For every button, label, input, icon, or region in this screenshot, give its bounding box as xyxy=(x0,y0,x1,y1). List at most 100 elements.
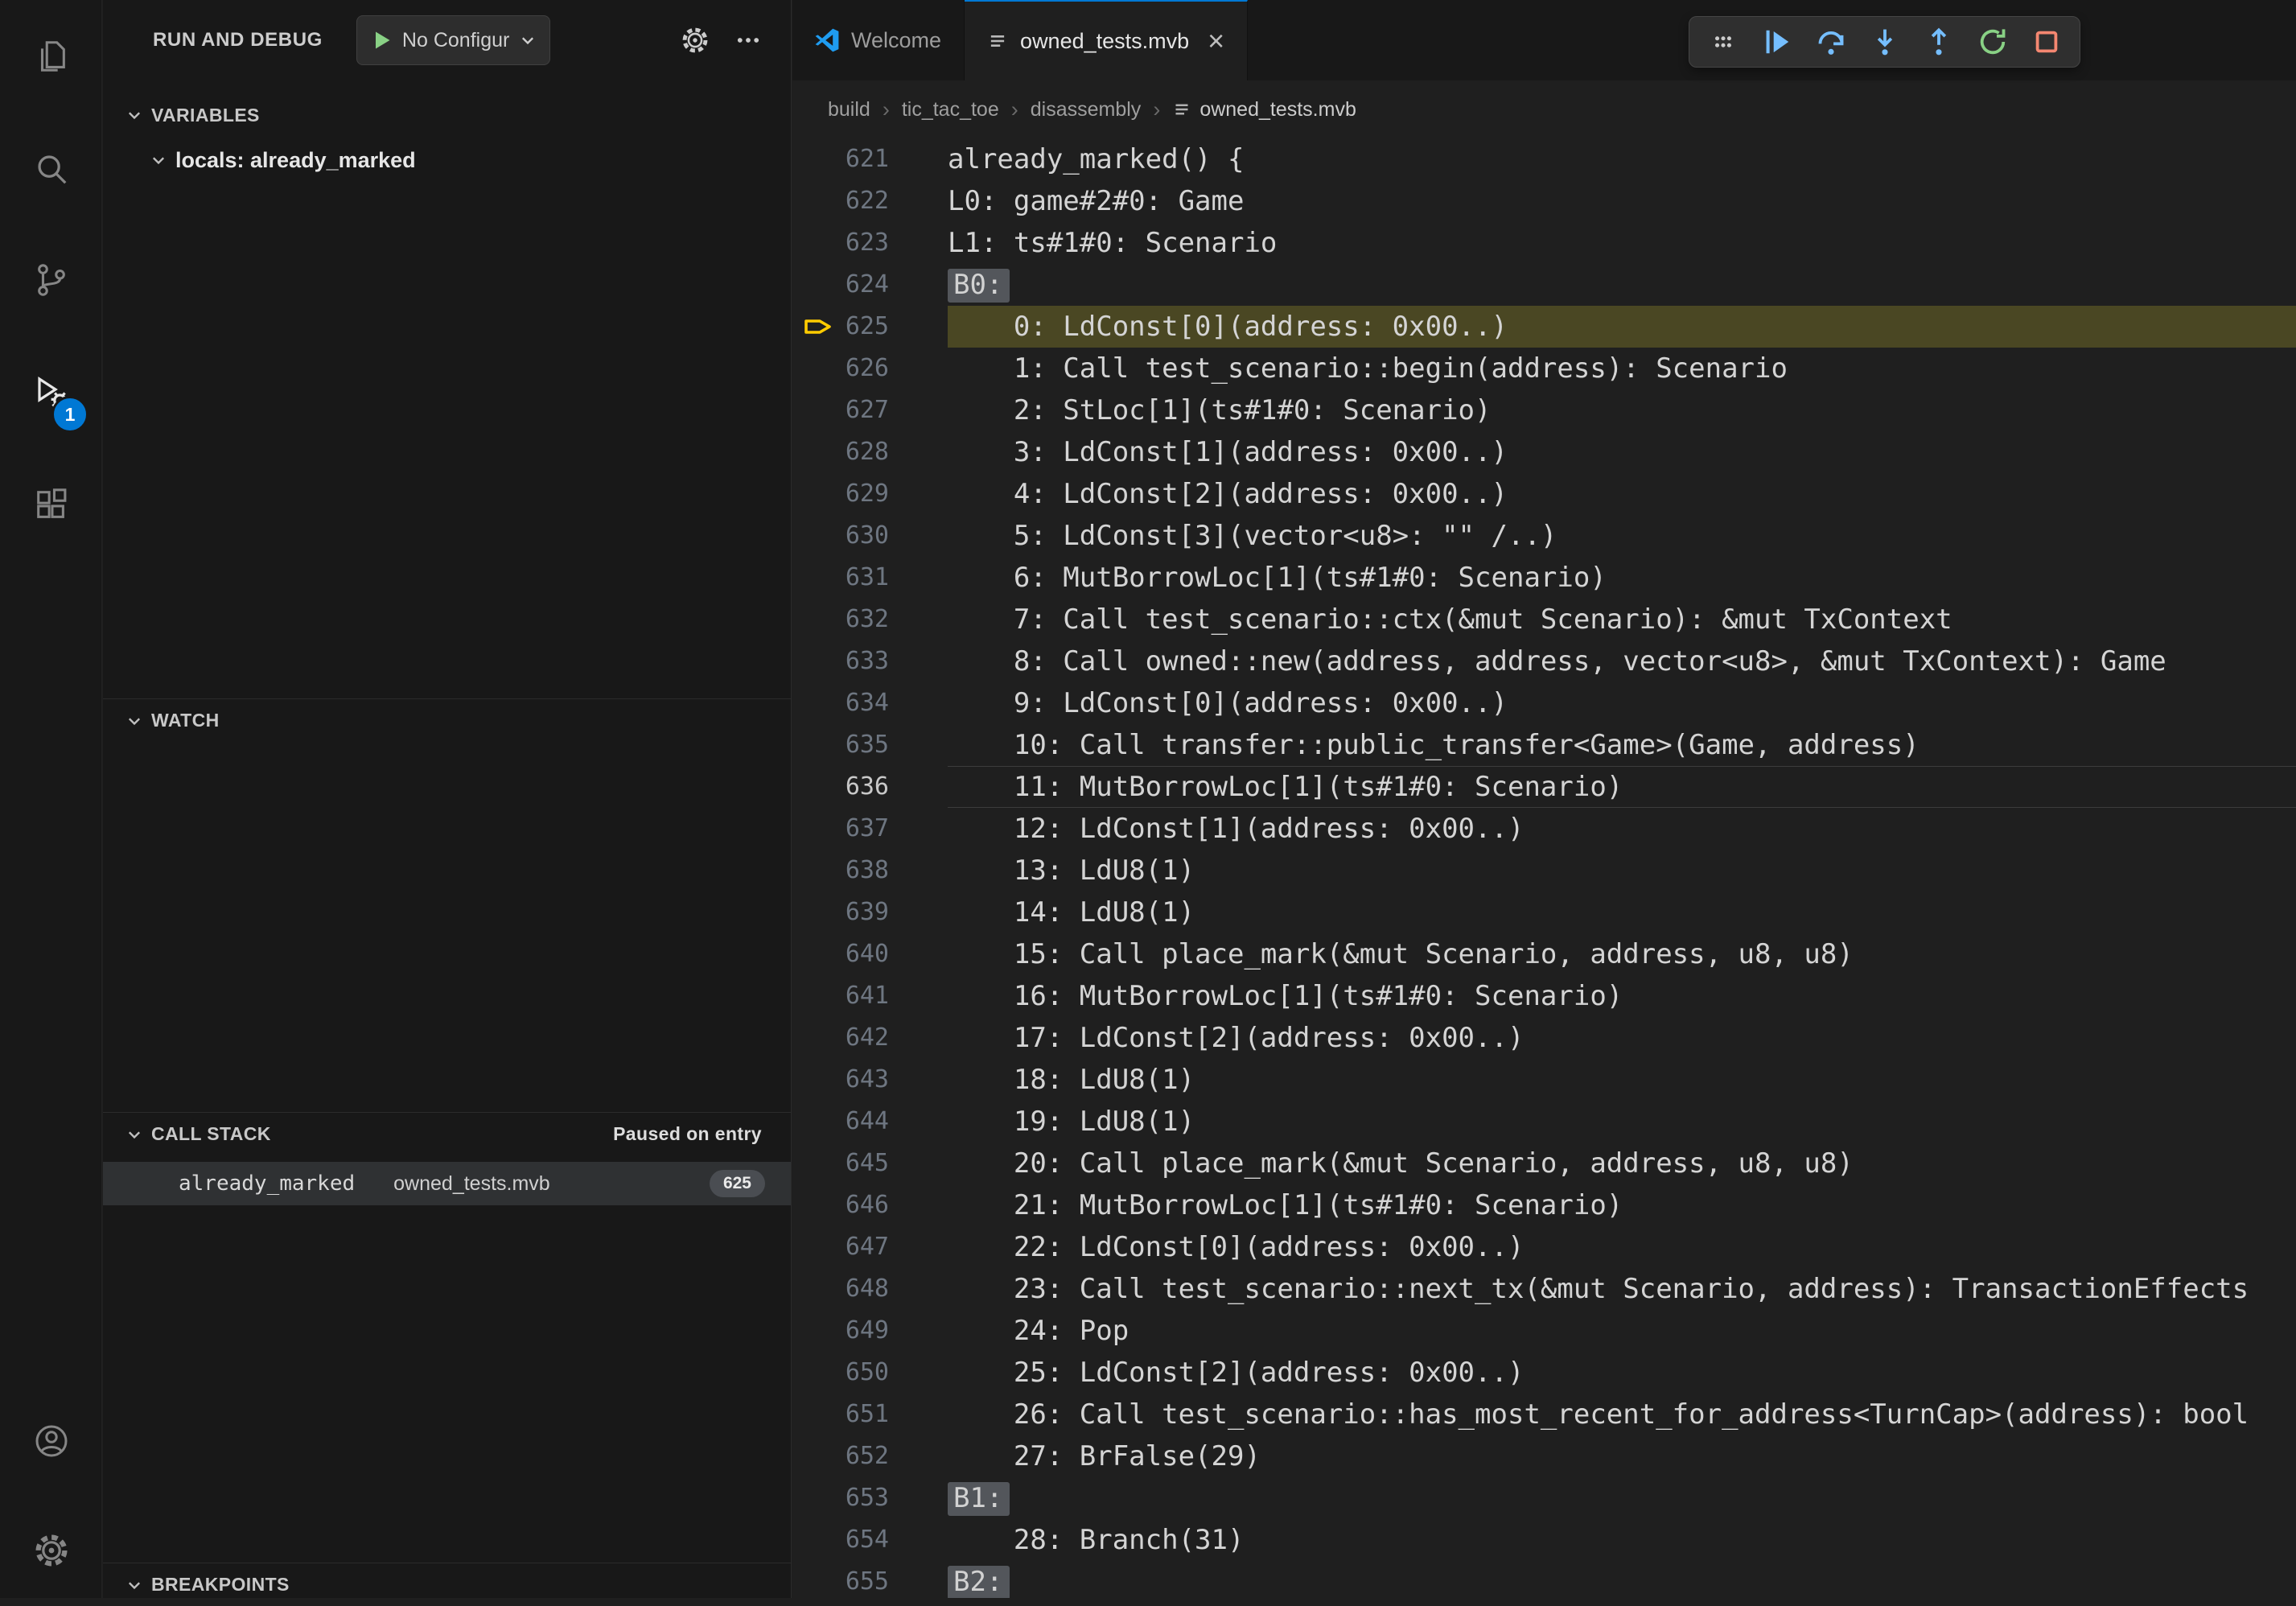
call-stack-frame[interactable]: already_marked owned_tests.mvb 625 xyxy=(103,1162,791,1205)
code-line[interactable]: 632 7: Call test_scenario::ctx(&mut Scen… xyxy=(792,599,2296,640)
code-line[interactable]: 628 3: LdConst[1](address: 0x00..) xyxy=(792,431,2296,473)
line-number[interactable]: 648 xyxy=(792,1268,889,1310)
code-line[interactable]: 647 22: LdConst[0](address: 0x00..) xyxy=(792,1226,2296,1268)
stop-button[interactable] xyxy=(2019,19,2073,64)
line-number[interactable]: 625 xyxy=(792,306,889,348)
debug-settings-gear-icon[interactable] xyxy=(680,25,710,56)
code-line[interactable]: 634 9: LdConst[0](address: 0x00..) xyxy=(792,682,2296,724)
line-number[interactable]: 655 xyxy=(792,1561,889,1598)
line-number[interactable]: 629 xyxy=(792,473,889,515)
line-number[interactable]: 646 xyxy=(792,1184,889,1226)
code-line[interactable]: 645 20: Call place_mark(&mut Scenario, a… xyxy=(792,1143,2296,1184)
extensions-icon[interactable] xyxy=(0,484,102,526)
code-line[interactable]: 640 15: Call place_mark(&mut Scenario, a… xyxy=(792,933,2296,975)
line-number[interactable]: 631 xyxy=(792,557,889,599)
code-line[interactable]: 637 12: LdConst[1](address: 0x00..) xyxy=(792,808,2296,850)
line-number[interactable]: 651 xyxy=(792,1394,889,1435)
code-line[interactable]: 642 17: LdConst[2](address: 0x00..) xyxy=(792,1017,2296,1059)
section-breakpoints[interactable]: BREAKPOINTS xyxy=(103,1563,791,1606)
line-number[interactable]: 649 xyxy=(792,1310,889,1352)
tab-owned-tests[interactable]: owned_tests.mvb × xyxy=(965,0,1248,80)
code-line[interactable]: 646 21: MutBorrowLoc[1](ts#1#0: Scenario… xyxy=(792,1184,2296,1226)
line-number[interactable]: 634 xyxy=(792,682,889,724)
code-line[interactable]: 635 10: Call transfer::public_transfer<G… xyxy=(792,724,2296,766)
code-line[interactable]: 639 14: LdU8(1) xyxy=(792,892,2296,933)
continue-button[interactable] xyxy=(1750,19,1804,64)
restart-button[interactable] xyxy=(1965,19,2019,64)
code-line[interactable]: 624B0: xyxy=(792,264,2296,306)
line-number[interactable]: 650 xyxy=(792,1352,889,1394)
code-line[interactable]: 627 2: StLoc[1](ts#1#0: Scenario) xyxy=(792,389,2296,431)
code-line[interactable]: 653B1: xyxy=(792,1477,2296,1519)
launch-config-dropdown[interactable]: No Configur xyxy=(356,15,550,65)
code-line[interactable]: 622L0: game#2#0: Game xyxy=(792,180,2296,222)
code-line[interactable]: 648 23: Call test_scenario::next_tx(&mut… xyxy=(792,1268,2296,1310)
code-line[interactable]: 638 13: LdU8(1) xyxy=(792,850,2296,892)
code-line[interactable]: 655B2: xyxy=(792,1561,2296,1598)
step-out-button[interactable] xyxy=(1911,19,1965,64)
code-line[interactable]: 629 4: LdConst[2](address: 0x00..) xyxy=(792,473,2296,515)
code-line[interactable]: 652 27: BrFalse(29) xyxy=(792,1435,2296,1477)
line-number[interactable]: 654 xyxy=(792,1519,889,1561)
line-number[interactable]: 636 xyxy=(792,766,889,808)
code-line[interactable]: 631 6: MutBorrowLoc[1](ts#1#0: Scenario) xyxy=(792,557,2296,599)
start-debug-icon[interactable] xyxy=(370,29,393,51)
line-number[interactable]: 641 xyxy=(792,975,889,1017)
line-number[interactable]: 624 xyxy=(792,264,889,306)
code-line[interactable]: 623L1: ts#1#0: Scenario xyxy=(792,222,2296,264)
code-line[interactable]: 626 1: Call test_scenario::begin(address… xyxy=(792,348,2296,389)
variables-scope-locals[interactable]: locals: already_marked xyxy=(103,138,791,182)
code-line[interactable]: 649 24: Pop xyxy=(792,1310,2296,1352)
line-number[interactable]: 628 xyxy=(792,431,889,473)
breadcrumb-item-file[interactable]: owned_tests.mvb xyxy=(1172,98,1356,121)
account-icon[interactable] xyxy=(0,1420,102,1462)
line-number[interactable]: 653 xyxy=(792,1477,889,1519)
code-line[interactable]: 625 0: LdConst[0](address: 0x00..) xyxy=(792,306,2296,348)
code-line[interactable]: 630 5: LdConst[3](vector<u8>: "" /..) xyxy=(792,515,2296,557)
line-number[interactable]: 630 xyxy=(792,515,889,557)
breadcrumb-item[interactable]: build xyxy=(828,98,870,121)
search-icon[interactable] xyxy=(0,148,102,190)
line-number[interactable]: 632 xyxy=(792,599,889,640)
line-number[interactable]: 627 xyxy=(792,389,889,431)
line-number[interactable]: 635 xyxy=(792,724,889,766)
code-line[interactable]: 644 19: LdU8(1) xyxy=(792,1101,2296,1143)
explorer-icon[interactable] xyxy=(0,35,102,77)
code-line[interactable]: 651 26: Call test_scenario::has_most_rec… xyxy=(792,1394,2296,1435)
code-line[interactable]: 643 18: LdU8(1) xyxy=(792,1059,2296,1101)
line-number[interactable]: 623 xyxy=(792,222,889,264)
section-variables[interactable]: VARIABLES xyxy=(103,93,791,137)
code-line[interactable]: 654 28: Branch(31) xyxy=(792,1519,2296,1561)
line-number[interactable]: 633 xyxy=(792,640,889,682)
line-number[interactable]: 640 xyxy=(792,933,889,975)
line-number[interactable]: 647 xyxy=(792,1226,889,1268)
code-line[interactable]: 650 25: LdConst[2](address: 0x00..) xyxy=(792,1352,2296,1394)
line-number[interactable]: 626 xyxy=(792,348,889,389)
breadcrumb-item[interactable]: tic_tac_toe xyxy=(902,98,999,121)
source-control-icon[interactable] xyxy=(0,259,102,301)
settings-gear-icon[interactable] xyxy=(0,1530,102,1571)
toolbar-gripper-icon[interactable] xyxy=(1696,19,1750,64)
code-line[interactable]: 636 11: MutBorrowLoc[1](ts#1#0: Scenario… xyxy=(792,766,2296,808)
line-number[interactable]: 638 xyxy=(792,850,889,892)
tab-welcome[interactable]: Welcome xyxy=(792,0,965,80)
line-number[interactable]: 622 xyxy=(792,180,889,222)
section-watch[interactable]: WATCH xyxy=(103,698,791,742)
more-actions-icon[interactable] xyxy=(734,27,762,54)
line-number[interactable]: 642 xyxy=(792,1017,889,1059)
breadcrumb-item[interactable]: disassembly xyxy=(1031,98,1142,121)
line-number[interactable]: 621 xyxy=(792,138,889,180)
line-number[interactable]: 644 xyxy=(792,1101,889,1143)
line-number[interactable]: 645 xyxy=(792,1143,889,1184)
close-tab-icon[interactable]: × xyxy=(1208,27,1224,56)
section-call-stack[interactable]: CALL STACK Paused on entry xyxy=(103,1112,791,1155)
line-number[interactable]: 637 xyxy=(792,808,889,850)
code-line[interactable]: 641 16: MutBorrowLoc[1](ts#1#0: Scenario… xyxy=(792,975,2296,1017)
code-line[interactable]: 621already_marked() { xyxy=(792,138,2296,180)
line-number[interactable]: 643 xyxy=(792,1059,889,1101)
step-into-button[interactable] xyxy=(1858,19,1911,64)
step-over-button[interactable] xyxy=(1804,19,1858,64)
line-number[interactable]: 639 xyxy=(792,892,889,933)
code-line[interactable]: 633 8: Call owned::new(address, address,… xyxy=(792,640,2296,682)
line-number[interactable]: 652 xyxy=(792,1435,889,1477)
